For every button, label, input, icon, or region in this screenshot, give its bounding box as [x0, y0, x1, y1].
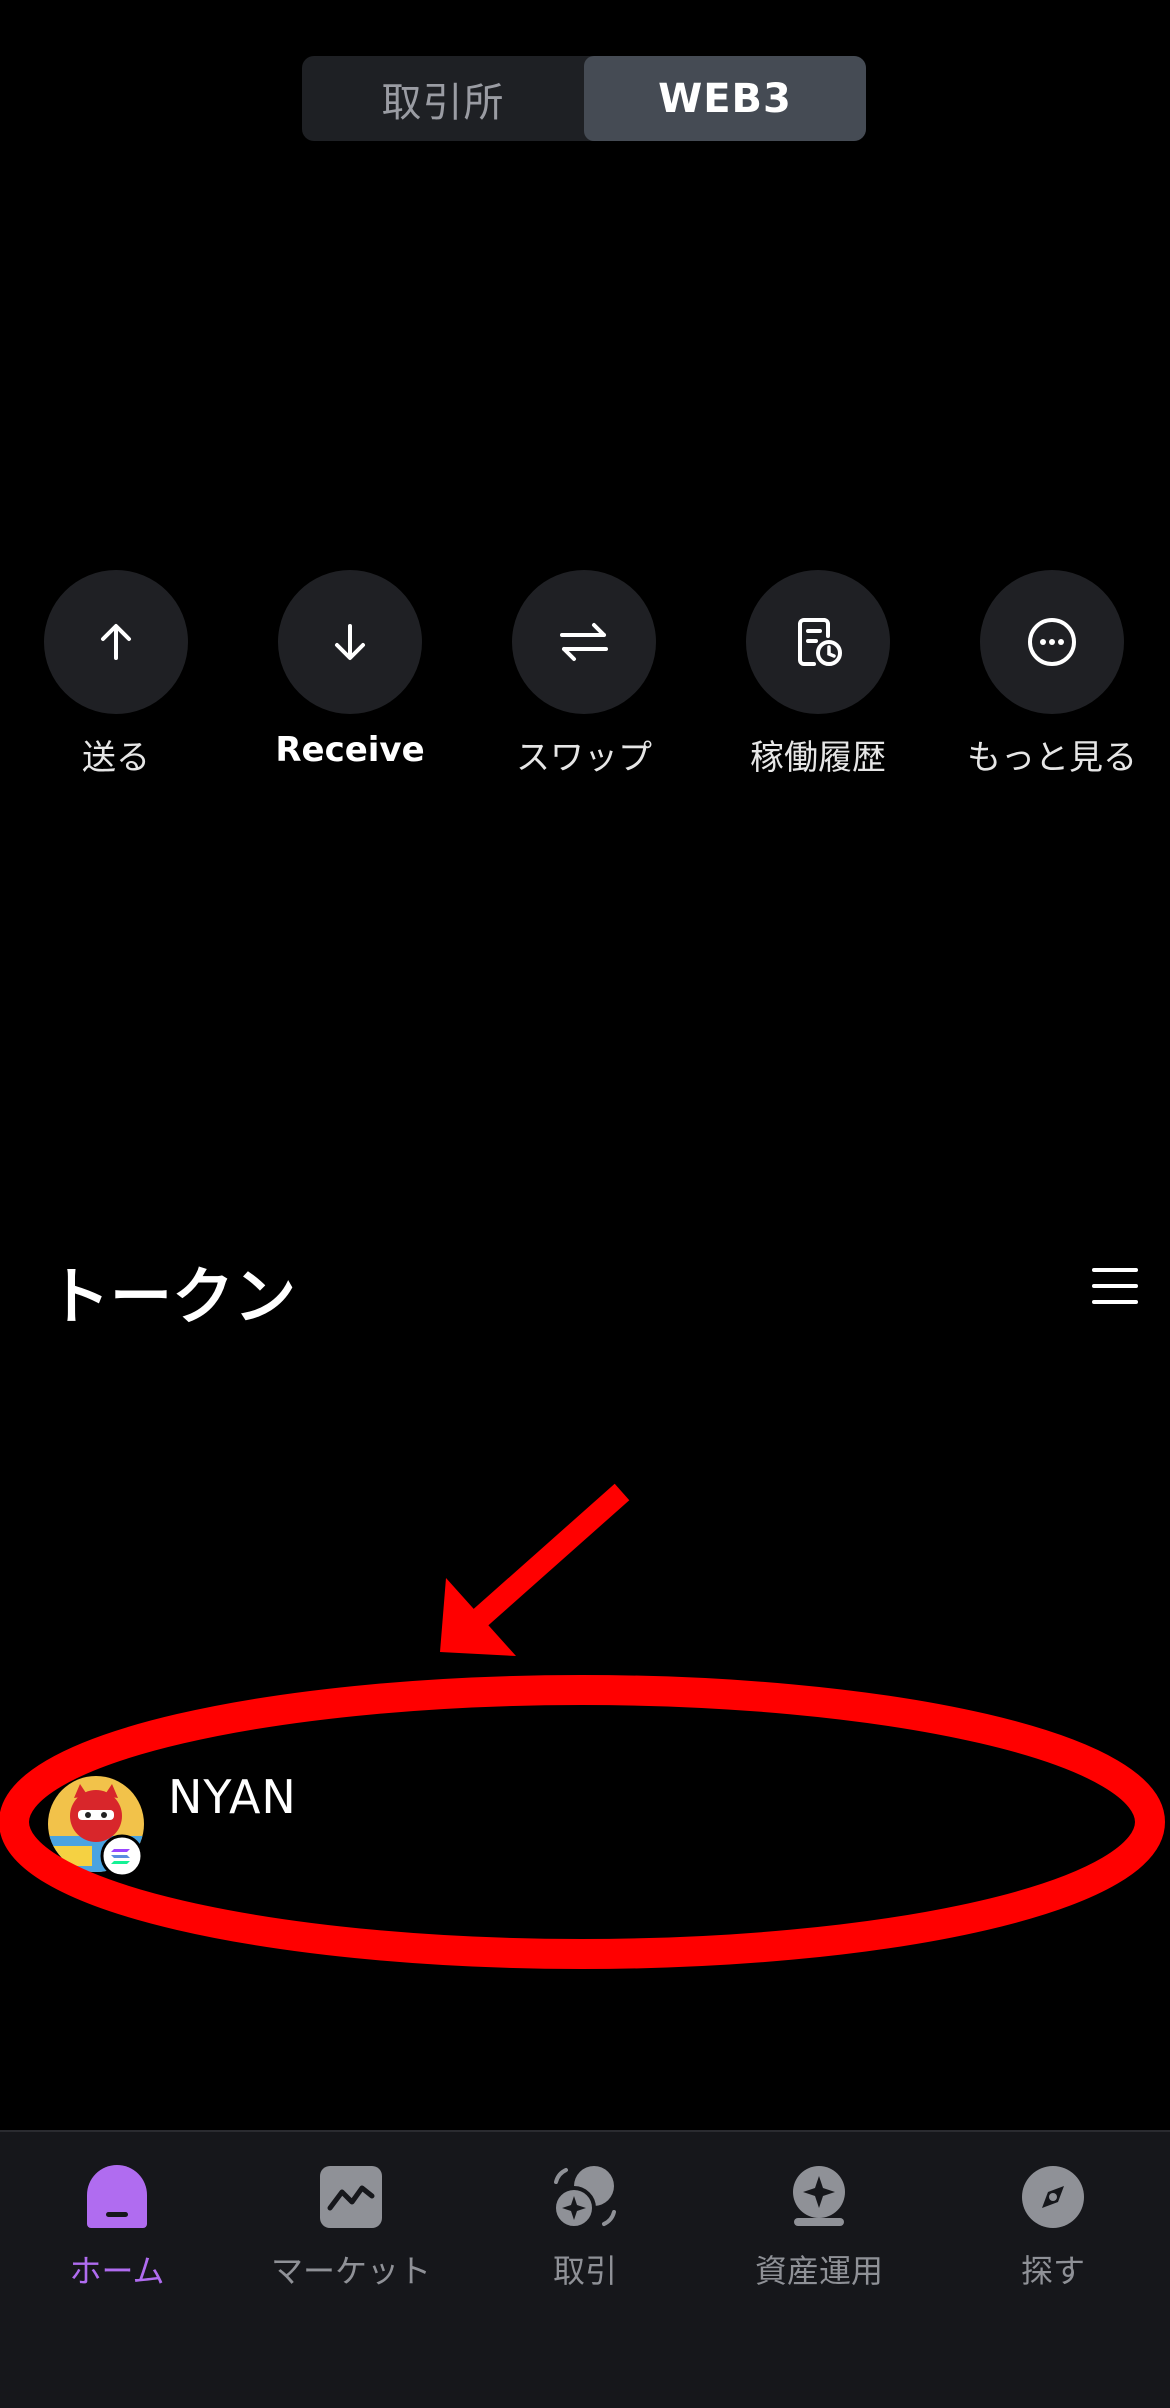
- token-name: NYAN: [168, 1770, 297, 1824]
- receive-action[interactable]: Receive: [240, 570, 460, 770]
- send-label: 送る: [82, 738, 150, 778]
- arrow-up-icon: [101, 624, 131, 660]
- toggle-exchange[interactable]: 取引所: [302, 56, 584, 141]
- receive-button[interactable]: [278, 570, 422, 714]
- swap-button[interactable]: [512, 570, 656, 714]
- exchange-web3-toggle: 取引所 WEB3: [302, 56, 866, 141]
- token-row-nyan[interactable]: NYAN: [0, 1760, 1170, 1890]
- nav-trade-label: 取引: [552, 2252, 617, 2290]
- nav-earn[interactable]: 資産運用: [702, 2162, 936, 2292]
- home-icon: [87, 2165, 147, 2228]
- toggle-web3[interactable]: WEB3: [584, 56, 866, 141]
- more-label: もっと見る: [967, 738, 1137, 778]
- swap-icon: [560, 623, 608, 661]
- more-action[interactable]: もっと見る: [942, 570, 1162, 779]
- red-annotation: [0, 1483, 1165, 1969]
- send-button[interactable]: [44, 570, 188, 714]
- swap-action[interactable]: スワップ: [474, 570, 694, 779]
- quick-actions: 送る Receive スワップ 稼働履歴 もっと見る: [0, 570, 1170, 790]
- more-icon: [1028, 618, 1076, 666]
- nav-home-label: ホーム: [69, 2252, 165, 2290]
- more-button[interactable]: [980, 570, 1124, 714]
- solana-icon: [100, 1834, 144, 1878]
- receive-label: Receive: [275, 730, 425, 770]
- history-label: 稼働履歴: [750, 738, 886, 778]
- swap-label: スワップ: [516, 738, 652, 778]
- nav-discover-label: 探す: [1020, 2252, 1085, 2290]
- market-chart-icon: [320, 2166, 382, 2228]
- arrow-down-icon: [335, 624, 365, 660]
- send-action[interactable]: 送る: [6, 570, 226, 779]
- history-icon: [798, 618, 842, 666]
- nav-earn-label: 資産運用: [754, 2252, 883, 2290]
- history-button[interactable]: [746, 570, 890, 714]
- nav-market-label: マーケット: [270, 2252, 431, 2290]
- history-action[interactable]: 稼働履歴: [708, 570, 928, 779]
- nav-market[interactable]: マーケット: [234, 2162, 468, 2292]
- nav-trade[interactable]: 取引: [468, 2162, 702, 2292]
- red-arrow: [440, 1483, 630, 1656]
- trade-icon: [552, 2166, 616, 2230]
- nav-discover[interactable]: 探す: [936, 2162, 1170, 2292]
- tokens-title: トークン: [48, 1260, 297, 1333]
- bottom-navigation: ホーム マーケット 取引 資産運用 探す: [0, 2130, 1170, 2408]
- list-menu-icon[interactable]: [1092, 1266, 1138, 1306]
- earn-icon: [793, 2166, 845, 2226]
- nav-home[interactable]: ホーム: [0, 2162, 234, 2292]
- compass-icon: [1022, 2166, 1084, 2228]
